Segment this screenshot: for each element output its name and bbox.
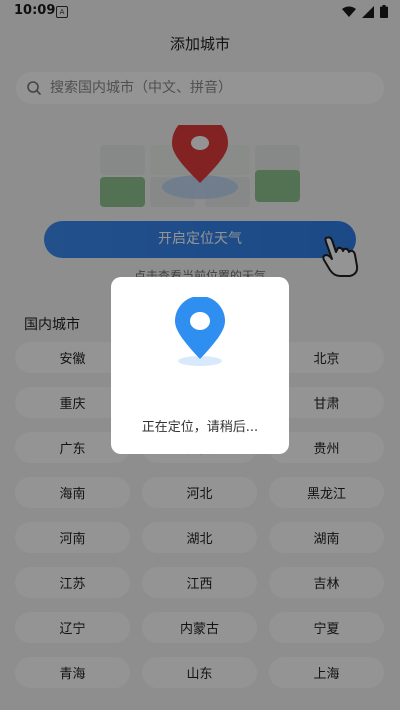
locating-dialog: 正在定位，请稍后... (111, 277, 289, 454)
location-pin-icon (175, 297, 225, 366)
locating-message: 正在定位，请稍后... (141, 420, 259, 435)
